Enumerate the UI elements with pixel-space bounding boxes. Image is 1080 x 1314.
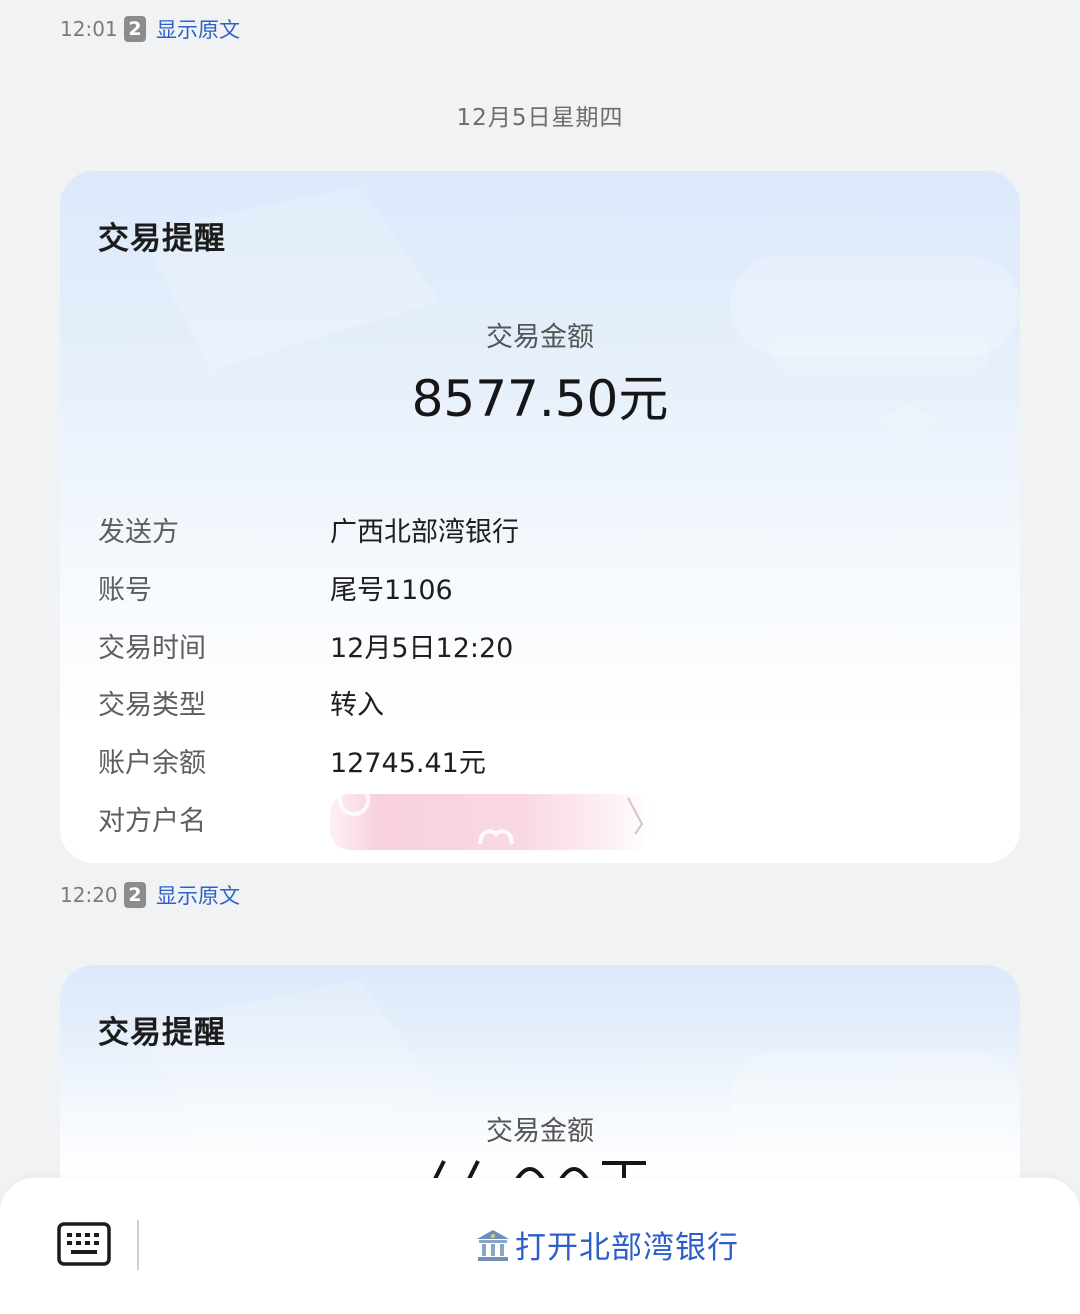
show-original-link[interactable]: 显示原文 [156, 14, 240, 44]
detail-key: 账号 [98, 575, 152, 607]
message-meta: 12:01 2 显示原文 [60, 11, 240, 47]
show-original-link[interactable]: 显示原文 [156, 880, 240, 910]
sim-badge: 2 [124, 882, 146, 908]
open-bank-label: 打开北部湾银行 [515, 1230, 739, 1266]
heart-sticker-icon [338, 794, 644, 845]
sim-badge: 2 [124, 16, 146, 42]
message-time: 12:20 [60, 883, 118, 907]
redaction-sticker [330, 794, 652, 851]
amount-label: 交易金额 [486, 322, 594, 353]
detail-value: 12月5日12:20 [330, 632, 514, 664]
detail-row: 对方户名 [98, 789, 978, 851]
detail-key: 对方户名 [98, 805, 206, 837]
detail-key: 发送方 [98, 517, 179, 549]
detail-row: 发送方 广西北部湾银行 [98, 501, 978, 559]
card-title: 交易提醒 [98, 1015, 226, 1051]
open-bank-button[interactable]: 打开北部湾银行 [475, 1222, 739, 1267]
card-title: 交易提醒 [98, 221, 226, 257]
transaction-amount: 8577.50元 [411, 370, 669, 428]
bottom-action-bar: 打开北部湾银行 [0, 1178, 1080, 1314]
message-time: 12:01 [60, 17, 118, 41]
detail-key: 账户余额 [98, 748, 206, 780]
detail-row: 交易时间 12月5日12:20 [98, 616, 978, 674]
detail-row: 账号 尾号1106 [98, 559, 978, 617]
detail-value: 广西北部湾银行 [330, 517, 519, 549]
bank-icon [477, 1229, 509, 1261]
amount-label: 交易金额 [486, 1116, 594, 1147]
message-meta: 12:20 2 显示原文 [60, 877, 240, 913]
detail-value: 转入 [330, 690, 384, 722]
detail-row: 交易类型 转入 [98, 674, 978, 732]
date-separator: 12月5日星期四 [456, 105, 624, 131]
keyboard-icon[interactable] [57, 1222, 111, 1266]
detail-value: 12745.41元 [330, 748, 486, 780]
divider [137, 1220, 139, 1270]
detail-key: 交易类型 [98, 690, 206, 722]
detail-value: 尾号1106 [330, 575, 453, 607]
redacted-name [330, 790, 652, 851]
details-list: 发送方 广西北部湾银行 账号 尾号1106 交易时间 12月5日12:20 交易… [98, 501, 978, 851]
detail-row: 账户余额 12745.41元 [98, 732, 978, 790]
detail-key: 交易时间 [98, 632, 206, 664]
transaction-card: 交易提醒 交易金额 8577.50元 发送方 广西北部湾银行 账号 尾号1106… [60, 171, 1020, 863]
